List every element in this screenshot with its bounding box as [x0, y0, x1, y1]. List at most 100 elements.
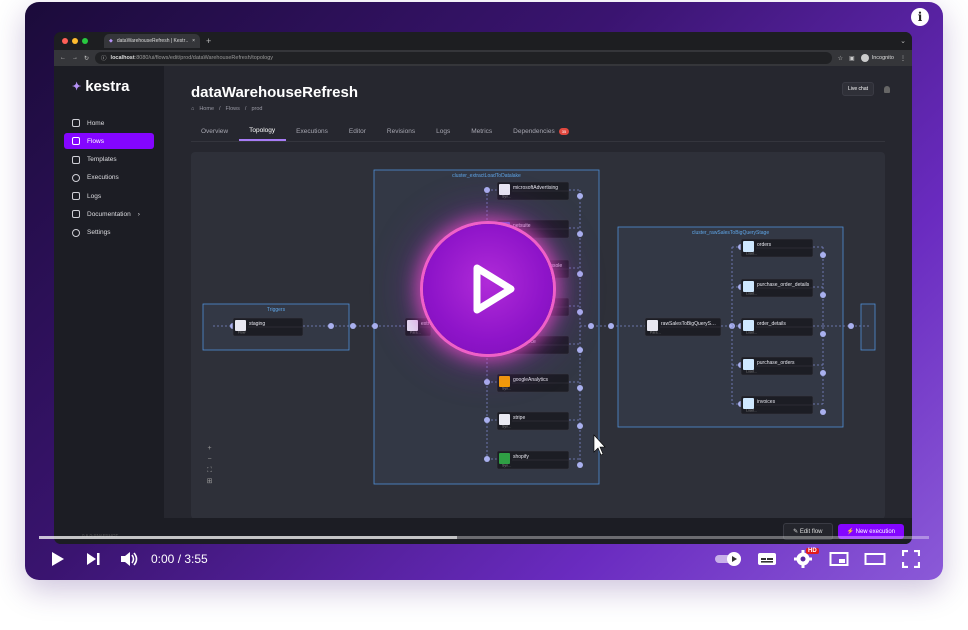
play-overlay-button[interactable] [423, 224, 553, 354]
edge-port-dot[interactable] [484, 379, 490, 385]
incognito-indicator[interactable]: Incognito [860, 54, 894, 62]
progress-bar[interactable] [39, 536, 929, 539]
fullscreen-button[interactable] [893, 544, 929, 574]
sidebar-item-settings[interactable]: Settings [64, 225, 154, 241]
sidebar-item-templates[interactable]: Templates [64, 152, 154, 168]
forward-icon[interactable]: → [72, 55, 78, 61]
flow-tabs: Overview Topology Executions Editor Revi… [191, 127, 885, 142]
chevron-down-icon[interactable]: ⌄ [900, 37, 906, 45]
tab-dependencies[interactable]: Dependencies 35 [503, 127, 580, 141]
tab-label: Topology [249, 127, 276, 134]
maximize-window-dot[interactable] [82, 38, 88, 44]
logo-text: kestra [85, 78, 130, 95]
settings-button[interactable]: HD [785, 544, 821, 574]
minimap-icon[interactable]: ⊞ [205, 477, 214, 486]
edge-port-dot[interactable] [484, 417, 490, 423]
star-icon[interactable]: ☆ [838, 55, 843, 62]
edge-port-dot[interactable] [588, 323, 594, 329]
task-node-label: googleAnalytics [513, 377, 549, 383]
edge-port-dot[interactable] [608, 323, 614, 329]
sidepanel-icon[interactable]: ▣ [849, 55, 855, 62]
zoom-in-icon[interactable]: + [205, 444, 214, 453]
tab-editor[interactable]: Editor [339, 127, 377, 141]
sidebar-item-logs[interactable]: Logs [64, 188, 154, 204]
autoplay-toggle[interactable] [709, 544, 749, 574]
bell-icon[interactable] [884, 85, 890, 93]
fit-view-icon[interactable]: ⛶ [205, 466, 214, 475]
sidebar-item-label: Templates [87, 156, 117, 164]
tab-metrics[interactable]: Metrics [461, 127, 503, 141]
sidebar-item-home[interactable]: Home [64, 115, 154, 131]
edge-port-dot[interactable] [820, 292, 826, 298]
breadcrumb-flows[interactable]: Flows [226, 106, 240, 112]
play-icon [473, 264, 515, 314]
templates-icon [72, 155, 80, 164]
url-field[interactable]: ⓘ localhost:8080/ui/flows/edit/prod/data… [95, 52, 832, 64]
info-icon[interactable]: i [911, 8, 929, 26]
reload-icon[interactable]: ↻ [84, 55, 89, 62]
kestra-logo[interactable]: ✦ kestra [72, 78, 154, 95]
edge-port-dot[interactable] [484, 456, 490, 462]
task-node-label: stripe [513, 415, 525, 421]
edge-port-dot[interactable] [328, 323, 334, 329]
theater-mode-button[interactable] [857, 544, 893, 574]
edge-port-dot[interactable] [820, 370, 826, 376]
edge-port-dot[interactable] [820, 409, 826, 415]
sidebar-item-executions[interactable]: Executions [64, 170, 154, 186]
edge-port-dot[interactable] [577, 193, 583, 199]
back-icon[interactable]: ← [60, 55, 66, 61]
header-actions: Live chat [841, 82, 890, 96]
edge-port-dot[interactable] [820, 331, 826, 337]
time-display: 0:00 / 3:55 [151, 552, 208, 566]
bottom-action-bar: ✎ Edit flow ⚡ New execution [164, 518, 912, 544]
autoplay-toggle-icon [715, 552, 741, 566]
edge-port-dot[interactable] [848, 323, 854, 329]
edge-port-dot[interactable] [372, 323, 378, 329]
live-chat-button[interactable]: Live chat [841, 82, 874, 96]
sidebar-item-flows[interactable]: Flows [64, 133, 154, 150]
site-info-icon[interactable]: ⓘ [101, 54, 107, 62]
close-window-dot[interactable] [62, 38, 68, 44]
zoom-out-icon[interactable]: − [205, 455, 214, 464]
video-player[interactable]: i ◆ dataWarehouseRefresh | Kestr… × + ⌄ … [25, 2, 943, 580]
new-execution-label: New execution [855, 528, 895, 535]
home-icon: ⌂ [191, 106, 195, 112]
task-node-label: purchase_orders [757, 360, 795, 366]
edge-port-dot[interactable] [577, 271, 583, 277]
browser-menu-icon[interactable]: ⋮ [900, 55, 906, 62]
close-tab-icon[interactable]: × [192, 38, 195, 44]
new-tab-icon[interactable]: + [206, 36, 211, 46]
task-node-label: staging [249, 321, 265, 327]
edge-port-dot[interactable] [577, 347, 583, 353]
edge-port-dot[interactable] [577, 385, 583, 391]
volume-button[interactable] [111, 544, 147, 574]
volume-icon [121, 552, 138, 566]
browser-tab[interactable]: ◆ dataWarehouseRefresh | Kestr… × [104, 34, 200, 48]
miniplayer-button[interactable] [821, 544, 857, 574]
tab-executions[interactable]: Executions [286, 127, 339, 141]
edge-port-dot[interactable] [350, 323, 356, 329]
tab-revisions[interactable]: Revisions [377, 127, 426, 141]
subtitles-button[interactable] [749, 544, 785, 574]
sidebar-item-documentation[interactable]: Documentation › [64, 206, 154, 222]
edge-port-dot[interactable] [577, 423, 583, 429]
cluster-label: cluster_rawSalesToBigQueryStage [692, 230, 769, 236]
tab-overview[interactable]: Overview [191, 127, 239, 141]
edge-port-dot[interactable] [577, 231, 583, 237]
edge-port-dot[interactable] [820, 252, 826, 258]
breadcrumb-namespace[interactable]: prod [251, 106, 262, 112]
minimize-window-dot[interactable] [72, 38, 78, 44]
tab-logs[interactable]: Logs [426, 127, 461, 141]
breadcrumb-separator: / [244, 106, 247, 112]
sidebar-item-label: Home [87, 119, 105, 127]
edge-port-dot[interactable] [577, 309, 583, 315]
task-node-label: order_details [757, 321, 786, 327]
play-button[interactable] [39, 544, 75, 574]
skip-next-icon [87, 553, 100, 565]
edge-port-dot[interactable] [577, 462, 583, 468]
edge-port-dot[interactable] [484, 187, 490, 193]
dependencies-count-badge: 35 [558, 128, 570, 135]
next-button[interactable] [75, 544, 111, 574]
tab-topology[interactable]: Topology [239, 127, 287, 141]
breadcrumb-home[interactable]: Home [199, 106, 214, 112]
